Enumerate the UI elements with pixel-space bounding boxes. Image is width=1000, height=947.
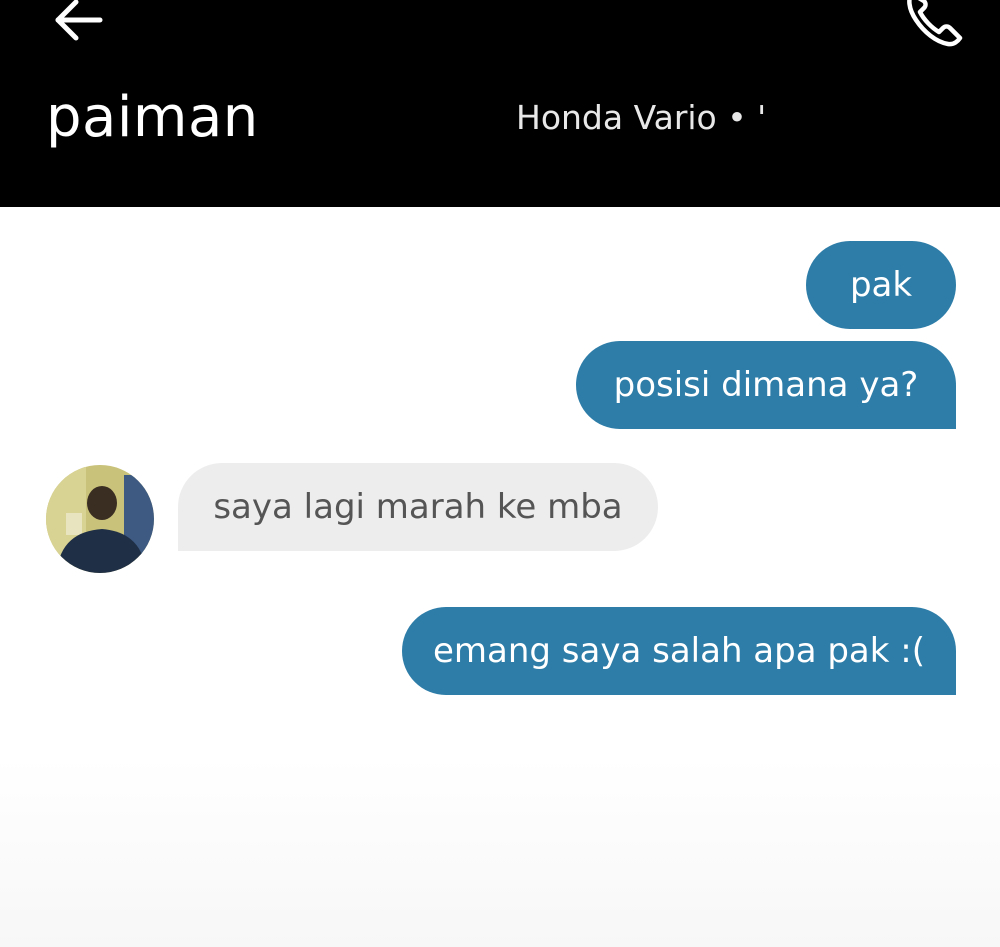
- phone-icon: [907, 0, 963, 47]
- driver-name: paiman: [46, 85, 259, 150]
- vehicle-info: Honda Vario • ': [516, 98, 767, 137]
- outgoing-message-bubble[interactable]: emang saya salah apa pak :(: [402, 607, 956, 695]
- arrow-left-icon: [55, 0, 103, 41]
- outgoing-message-bubble[interactable]: posisi dimana ya?: [576, 341, 956, 429]
- incoming-message-bubble[interactable]: saya lagi marah ke mba: [178, 463, 658, 551]
- chat-header: paiman Honda Vario • ': [0, 0, 1000, 207]
- driver-avatar[interactable]: [46, 465, 154, 573]
- chat-screen: paiman Honda Vario • ' pak posisi dimana…: [0, 0, 1000, 947]
- outgoing-message-bubble[interactable]: pak: [806, 241, 956, 329]
- call-button[interactable]: [898, 0, 968, 50]
- message-list[interactable]: pak posisi dimana ya? saya lagi marah ke…: [0, 207, 1000, 947]
- back-button[interactable]: [50, 0, 106, 48]
- driver-photo: [46, 465, 154, 573]
